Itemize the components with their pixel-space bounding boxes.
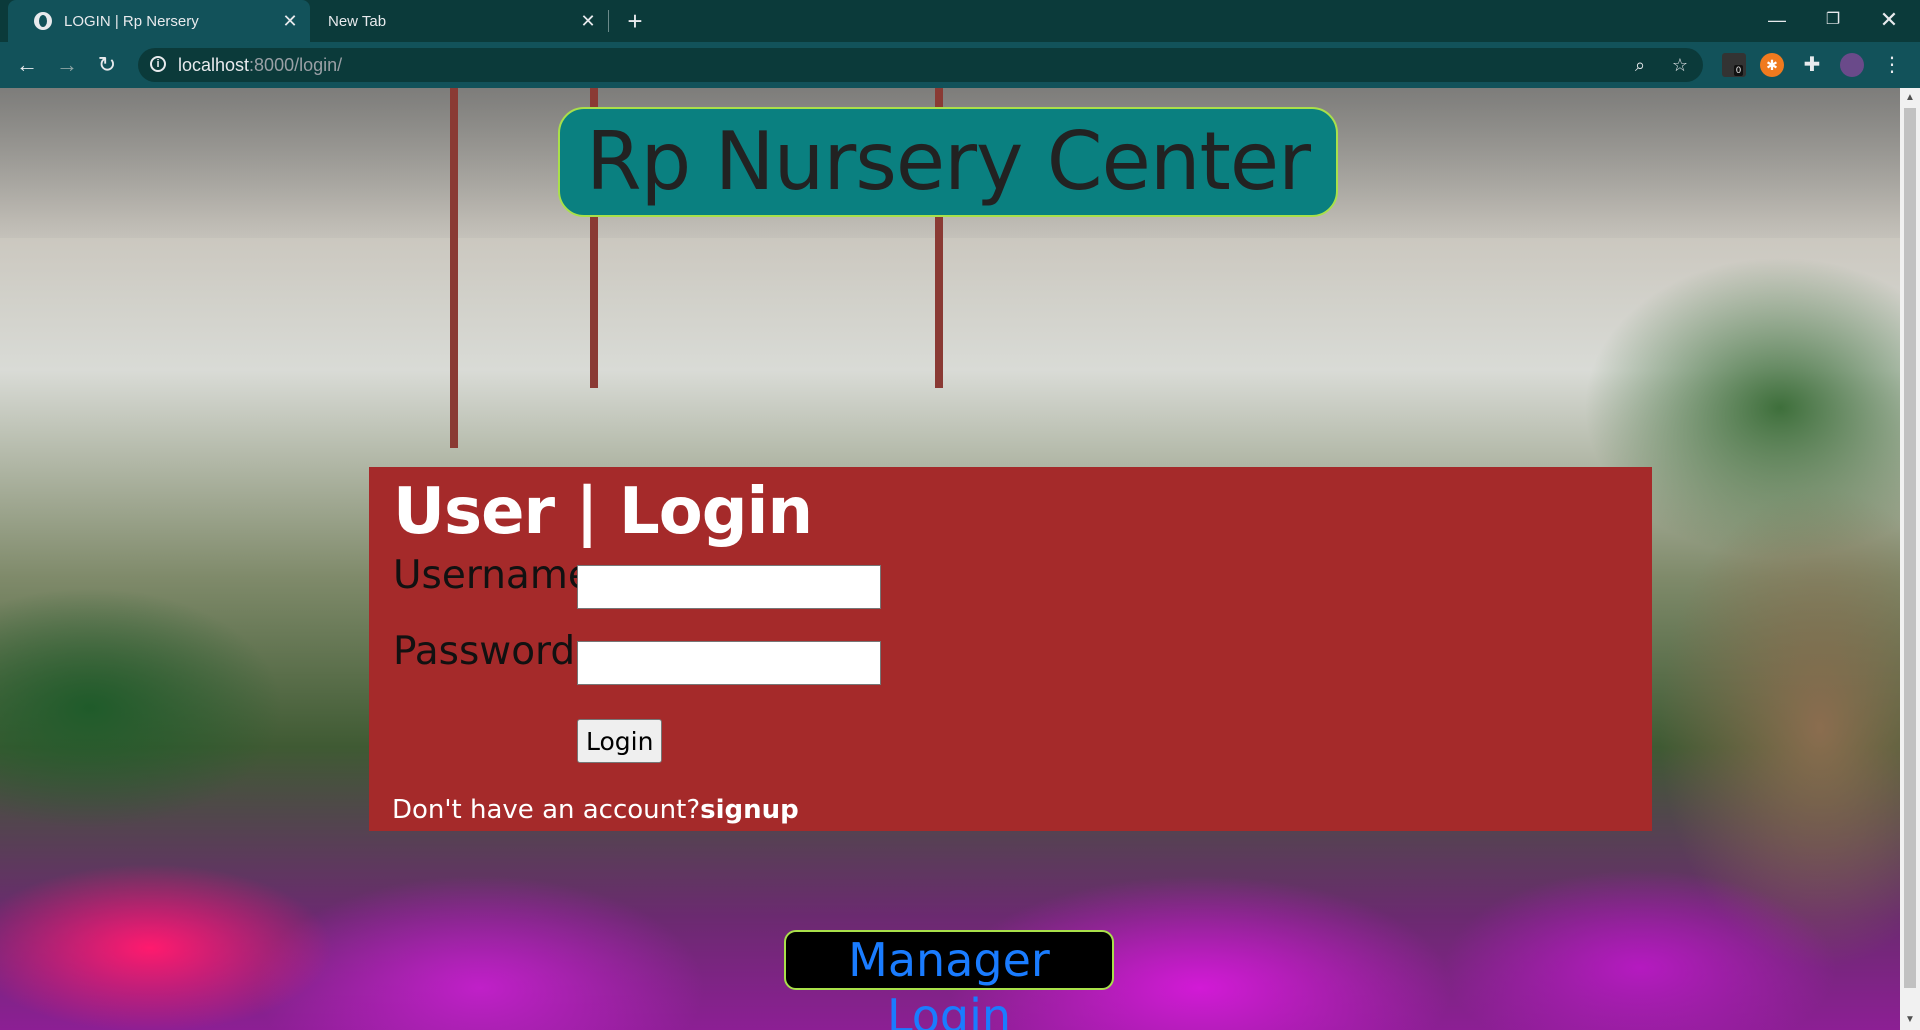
site-title: Rp Nursery Center [558,107,1338,217]
close-icon[interactable]: ✕ [280,11,300,31]
new-tab-button[interactable]: + [622,8,648,34]
tab-new-tab[interactable]: New Tab ✕ [312,0,608,42]
tab-login[interactable]: LOGIN | Rp Nersery ✕ [8,0,310,42]
globe-icon [34,12,52,30]
close-icon[interactable]: ✕ [578,11,598,31]
tab-title: LOGIN | Rp Nersery [64,12,199,30]
reload-icon[interactable]: ↻ [92,50,122,80]
avatar[interactable] [1840,53,1864,77]
forward-icon[interactable]: → [52,50,82,80]
tab-strip: LOGIN | Rp Nersery ✕ New Tab ✕ + — ❐ ✕ [0,0,1920,42]
login-panel: User | Login Username Password Login Don… [369,467,1652,831]
vertical-scrollbar[interactable]: ▲ ▼ [1900,88,1920,1030]
extension-badge: 0 [1734,65,1744,76]
menu-icon[interactable]: ⋮ [1880,53,1904,77]
url-text[interactable]: localhost:8000/login/ [178,55,342,76]
scrollbar-thumb[interactable] [1904,108,1916,988]
close-window-icon[interactable]: ✕ [1866,4,1912,36]
background-pole [450,88,458,448]
username-label: Username [393,553,592,598]
extension-icon[interactable]: 0 [1722,53,1746,77]
puzzle-icon[interactable]: ✚ [1800,53,1824,77]
info-icon[interactable]: i [150,56,166,72]
login-heading: User | Login [393,475,813,549]
signup-line: Don't have an account?signup [392,795,799,825]
manager-login-button[interactable]: Manager Login [784,930,1114,1030]
zoom-icon[interactable]: ⌕ [1628,53,1652,77]
password-input[interactable] [577,641,881,685]
page-background: Rp Nursery Center User | Login Username … [0,88,1900,1030]
minimize-icon[interactable]: — [1754,4,1800,36]
username-input[interactable] [577,565,881,609]
signup-prompt: Don't have an account? [392,795,701,825]
tab-divider [608,10,609,32]
login-button[interactable]: Login [577,719,663,763]
restore-icon[interactable]: ❐ [1810,4,1856,36]
tab-title: New Tab [328,12,387,30]
signup-link[interactable]: signup [700,795,799,825]
address-bar[interactable]: i localhost:8000/login/ ⌕ ☆ [138,48,1703,82]
scroll-down-icon[interactable]: ▼ [1900,1012,1920,1028]
extension-orange-icon[interactable]: ✱ [1760,53,1784,77]
password-label: Password [393,629,576,674]
scroll-up-icon[interactable]: ▲ [1900,90,1920,106]
back-icon[interactable]: ← [12,50,42,80]
browser-toolbar: ← → ↻ i localhost:8000/login/ ⌕ ☆ 0 ✱ ✚ … [0,42,1920,88]
bookmark-star-icon[interactable]: ☆ [1668,53,1692,77]
